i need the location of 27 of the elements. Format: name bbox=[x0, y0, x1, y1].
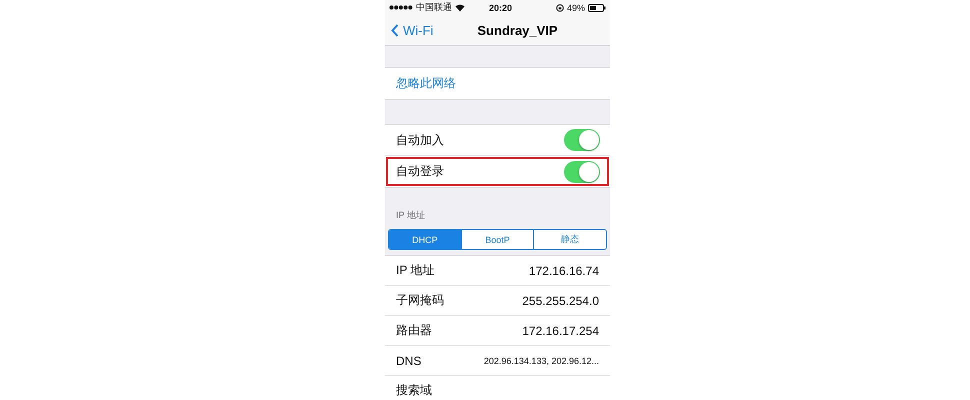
status-time: 20:20 bbox=[488, 2, 513, 12]
signal-icon bbox=[389, 5, 413, 10]
battery-percent: 49% bbox=[566, 2, 585, 12]
setting-label: 自动加入 bbox=[396, 132, 444, 148]
field-value: 172.16.16.74 bbox=[528, 264, 599, 278]
section-header: IP 地址 bbox=[396, 209, 425, 222]
field-label: 搜索域 bbox=[396, 382, 432, 399]
rotation-lock-icon bbox=[556, 4, 564, 12]
segment-tab[interactable]: BootP bbox=[460, 230, 534, 249]
battery-icon bbox=[588, 4, 606, 12]
segment-tab[interactable]: DHCP bbox=[389, 230, 461, 249]
field-value: 255.255.254.0 bbox=[522, 294, 599, 308]
field-label: 子网掩码 bbox=[396, 292, 444, 309]
back-button[interactable]: Wi-Fi bbox=[385, 22, 434, 38]
field-label: 路由器 bbox=[396, 322, 432, 339]
carrier-name: 中国联通 bbox=[416, 1, 452, 14]
setting-label: 自动登录 bbox=[396, 163, 444, 180]
field-label: IP 地址 bbox=[396, 262, 434, 279]
toggle-switch[interactable] bbox=[564, 160, 600, 182]
field-value: 172.16.17.254 bbox=[522, 324, 599, 338]
chevron-left-icon bbox=[391, 24, 399, 36]
wifi-icon bbox=[455, 4, 465, 12]
segment-tab[interactable]: 静态 bbox=[533, 230, 606, 249]
toggle-switch[interactable] bbox=[564, 129, 600, 151]
field-label: DNS bbox=[396, 354, 422, 368]
field-value: 202.96.134.133, 202.96.12... bbox=[484, 356, 599, 366]
forget-network-link[interactable]: 忽略此网络 bbox=[396, 75, 456, 92]
